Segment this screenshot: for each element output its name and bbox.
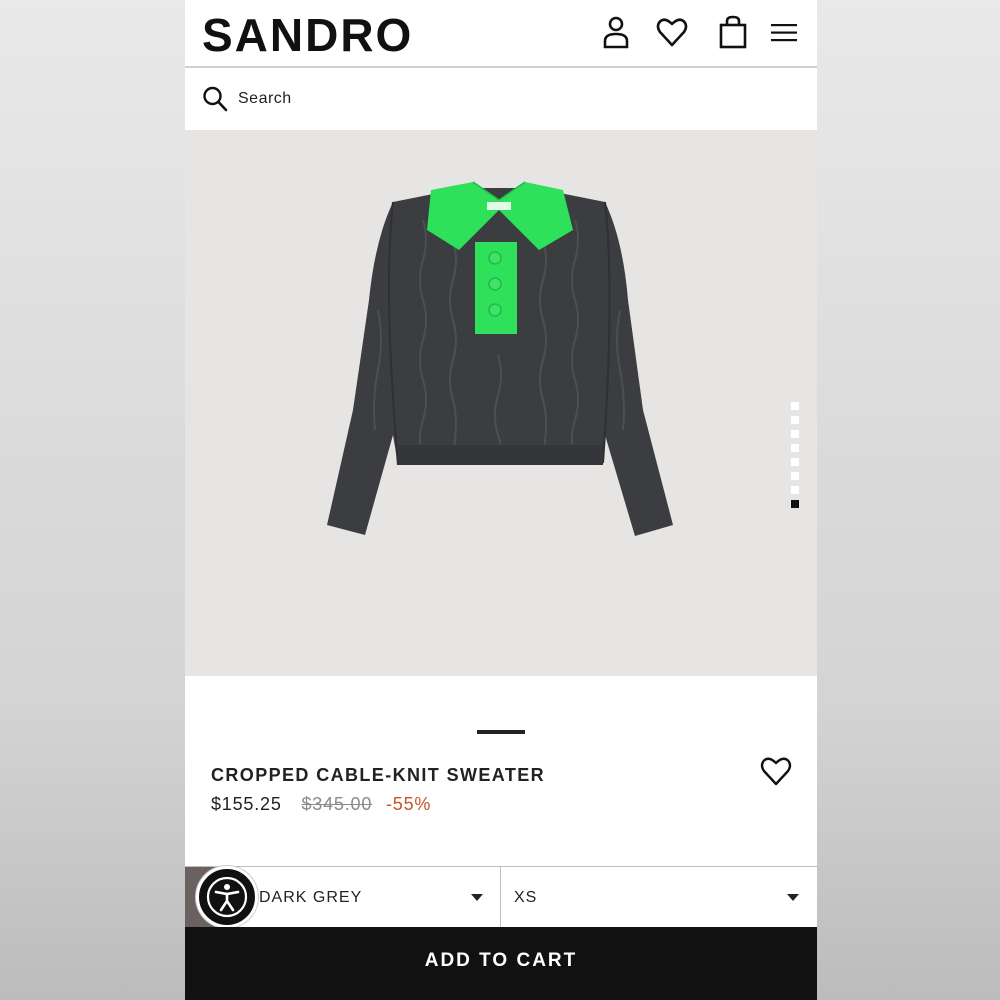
- gallery-dot[interactable]: [791, 486, 799, 494]
- gallery-pagination: [791, 402, 800, 514]
- size-value: XS: [514, 889, 538, 906]
- product-name: CROPPED CABLE-KNIT SWEATER: [211, 765, 546, 785]
- account-icon[interactable]: [599, 14, 633, 50]
- product-wishlist-icon[interactable]: [759, 754, 793, 788]
- background-left: [0, 0, 185, 1000]
- drawer-handle[interactable]: [477, 730, 525, 734]
- add-to-cart-button[interactable]: ADD TO CART: [185, 927, 817, 1000]
- accessibility-icon[interactable]: [196, 866, 258, 928]
- bag-icon[interactable]: [716, 14, 750, 50]
- original-price: $345.00: [301, 794, 373, 814]
- gallery-dot-active[interactable]: [791, 500, 799, 508]
- search-bar[interactable]: Search: [185, 70, 817, 130]
- wishlist-icon[interactable]: [655, 14, 689, 50]
- gallery-dot[interactable]: [791, 444, 799, 452]
- mobile-page: SANDRO Search CROPPED CABLE-KNIT SWEATER…: [185, 0, 817, 1000]
- gallery-dot[interactable]: [791, 458, 799, 466]
- color-value: DARK GREY: [259, 889, 363, 906]
- gallery-dot[interactable]: [791, 402, 799, 410]
- search-icon[interactable]: [202, 85, 228, 113]
- gallery-dot[interactable]: [791, 472, 799, 480]
- product-image[interactable]: [185, 130, 817, 676]
- search-input[interactable]: Search: [238, 90, 292, 108]
- chevron-down-icon[interactable]: [787, 894, 799, 901]
- size-select[interactable]: XS: [502, 867, 817, 927]
- discount-badge: -55%: [385, 794, 432, 814]
- top-header: SANDRO: [185, 0, 817, 68]
- chevron-down-icon[interactable]: [471, 894, 483, 901]
- brand-logo[interactable]: SANDRO: [202, 8, 413, 62]
- sweater-image: [327, 181, 673, 536]
- variant-selectors: DARK GREY XS: [185, 866, 817, 927]
- background-right: [817, 0, 1000, 1000]
- sale-price: $155.25: [211, 794, 282, 814]
- gallery-dot[interactable]: [791, 416, 799, 424]
- gallery-dot[interactable]: [791, 430, 799, 438]
- price-row: $155.25 $345.00 -55%: [211, 794, 431, 815]
- menu-icon[interactable]: [768, 14, 802, 50]
